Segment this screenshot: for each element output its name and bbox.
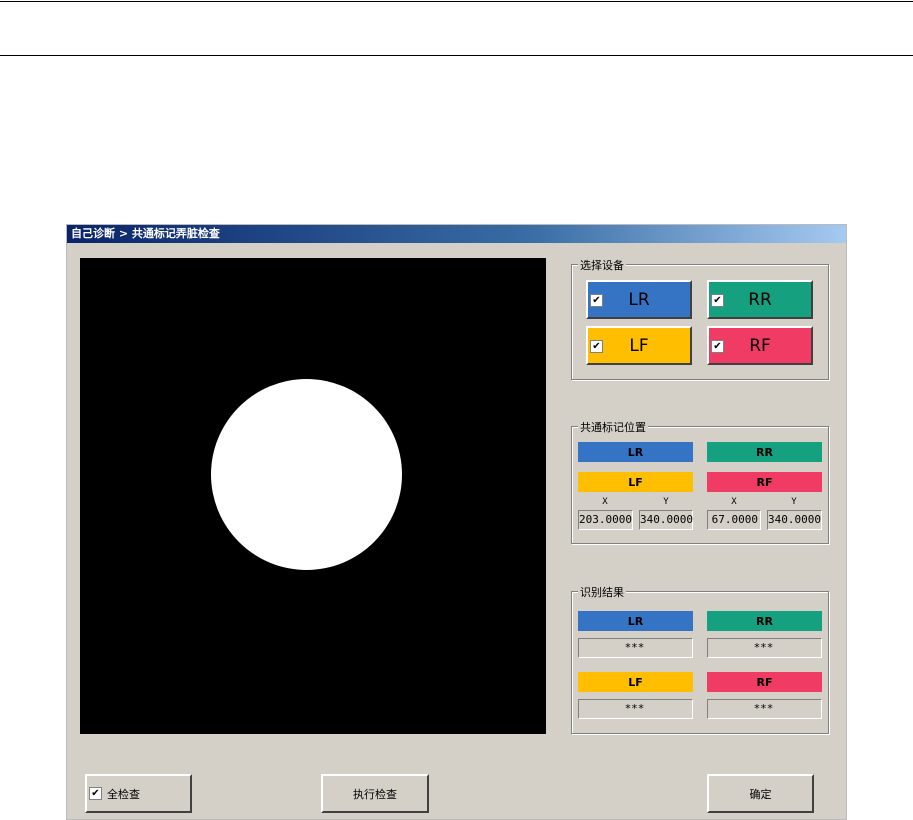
check-all-checkbox[interactable]: ✔ (89, 787, 102, 800)
checkbox-lf[interactable]: ✔ (590, 340, 603, 353)
lf-bar: LF (578, 472, 693, 492)
device-label: RF (749, 335, 771, 356)
left-x-field: 203.0000 (578, 510, 633, 530)
checkbox-lr[interactable]: ✔ (590, 294, 603, 307)
execute-check-button[interactable]: 执行检查 (321, 774, 429, 813)
rf-bar: RF (707, 472, 822, 492)
result-group: 识别结果 LR RR *** *** LF RF *** *** (571, 584, 829, 734)
rf-result: *** (707, 699, 822, 719)
right-x-field: 67.0000 (707, 510, 761, 530)
y-label: Y (663, 497, 669, 507)
device-button-lr[interactable]: ✔ LR (586, 280, 692, 319)
lr-bar: LR (578, 611, 693, 631)
group-label: 共通标记位置 (578, 419, 648, 435)
lr-result: *** (578, 638, 693, 658)
lf-result: *** (578, 699, 693, 719)
device-button-rf[interactable]: ✔ RF (707, 326, 813, 365)
device-label: LF (629, 335, 649, 356)
checkbox-rf[interactable]: ✔ (711, 340, 724, 353)
checkbox-rr[interactable]: ✔ (711, 294, 724, 307)
rf-bar: RF (707, 672, 822, 692)
window-title: 自己诊断 > 共通标记弄脏检查 (67, 225, 846, 243)
lr-bar: LR (578, 442, 693, 462)
device-label: RR (748, 289, 772, 310)
marker-position-group: 共通标记位置 LR RR LF RF X Y X Y 203.0000 340.… (571, 419, 829, 544)
check-all-button[interactable]: ✔ 全检查 (85, 774, 192, 813)
device-button-rr[interactable]: ✔ RR (707, 280, 813, 319)
marker-circle (211, 379, 402, 570)
left-y-field: 340.0000 (639, 510, 693, 530)
rr-bar: RR (707, 611, 822, 631)
select-devices-group: 选择设备 ✔ LR ✔ RR ✔ LF ✔ RF (571, 257, 829, 380)
device-button-lf[interactable]: ✔ LF (586, 326, 692, 365)
ok-button[interactable]: 确定 (707, 774, 814, 813)
group-label: 选择设备 (578, 257, 626, 273)
lf-bar: LF (578, 672, 693, 692)
x-label: X (602, 497, 608, 507)
rr-result: *** (707, 638, 822, 658)
device-label: LR (628, 289, 650, 310)
top-rule (0, 1, 913, 2)
right-y-field: 340.0000 (767, 510, 822, 530)
group-label: 识别结果 (578, 584, 626, 600)
x-label: X (731, 497, 737, 507)
camera-image (80, 258, 546, 734)
rr-bar: RR (707, 442, 822, 462)
check-all-label: 全检查 (107, 787, 140, 801)
header-rule (0, 55, 913, 56)
dialog-window: 自己诊断 > 共通标记弄脏检查 选择设备 ✔ LR ✔ RR ✔ LF ✔ RF 共通标… (66, 224, 847, 820)
y-label: Y (791, 497, 797, 507)
